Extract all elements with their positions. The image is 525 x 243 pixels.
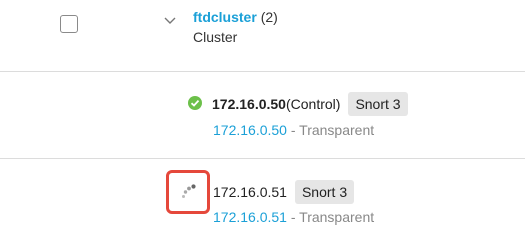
cluster-title: ftdcluster (2) [193,8,278,26]
node-mode: - Transparent [290,209,375,225]
node-ip-link[interactable]: 172.16.0.50 [213,122,287,138]
node-subline: 172.16.0.51 - Transparent [213,208,374,226]
node-ip-link[interactable]: 172.16.0.51 [213,209,287,225]
node-subline: 172.16.0.50 - Transparent [213,121,374,139]
row-divider [0,71,525,72]
select-cluster-checkbox[interactable] [60,15,78,33]
snort-version-badge: Snort 3 [294,180,355,204]
node-row-member: 172.16.0.51 Snort 3 [213,180,355,204]
node-role: (Control) [285,96,341,112]
node-row-control: 172.16.0.50 (Control) Snort 3 [212,92,408,116]
snort-version-badge: Snort 3 [348,92,408,116]
node-ip: 172.16.0.50 [212,96,286,112]
chevron-down-icon[interactable] [164,16,176,26]
check-circle-icon [188,96,202,110]
cluster-name-link[interactable]: ftdcluster [193,9,257,25]
node-ip: 172.16.0.51 [213,184,287,200]
cluster-type-label: Cluster [193,29,238,45]
row-divider [0,158,525,159]
cluster-member-count: (2) [260,9,278,25]
pending-spinner-icon [182,184,196,198]
node-mode: - Transparent [290,122,375,138]
